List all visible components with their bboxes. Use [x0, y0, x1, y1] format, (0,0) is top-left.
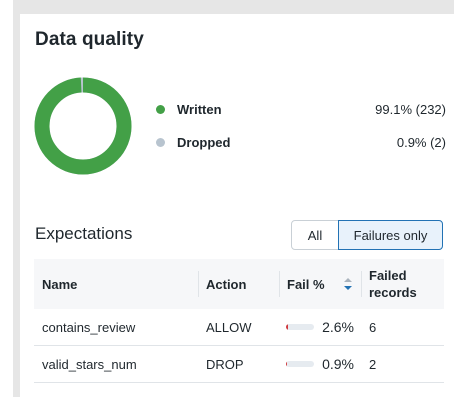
fail-pct-bar	[286, 324, 314, 330]
page-title: Data quality	[35, 29, 144, 50]
sort-icon[interactable]	[343, 277, 353, 291]
cell-fail-pct: 2.6%	[322, 319, 354, 335]
column-divider	[279, 271, 280, 297]
fail-pct-bar	[286, 361, 314, 367]
window-frame-top	[13, 0, 454, 14]
legend-label-written: Written	[177, 102, 222, 117]
fail-pct-bar-fill	[286, 324, 289, 330]
legend-row-dropped: Dropped 0.9% (2)	[156, 134, 446, 154]
cell-name: contains_review	[42, 319, 136, 335]
fail-pct-bar-fill	[286, 361, 287, 367]
cell-failed-records: 6	[369, 319, 377, 335]
data-quality-donut-chart	[34, 77, 132, 175]
column-divider	[361, 271, 362, 297]
cell-failed-records: 2	[369, 356, 377, 372]
filter-all-button[interactable]: All	[291, 220, 339, 250]
cell-name: valid_stars_num	[42, 356, 137, 372]
cell-action: ALLOW	[206, 319, 252, 335]
donut-segment-written	[34, 77, 132, 175]
legend-value-written: 99.1% (232)	[375, 102, 446, 117]
column-header-failed-records[interactable]: Failed records	[369, 259, 417, 309]
expectations-table: Name Action Fail % Failed records contai…	[34, 259, 444, 383]
column-header-name[interactable]: Name	[42, 259, 77, 309]
cell-action: DROP	[206, 356, 244, 372]
legend-label-dropped: Dropped	[177, 135, 231, 150]
column-divider	[198, 271, 199, 297]
legend-dot-written	[156, 105, 165, 114]
legend-value-dropped: 0.9% (2)	[396, 135, 446, 150]
cell-fail-pct: 0.9%	[322, 356, 354, 372]
column-header-fail-pct[interactable]: Fail %	[287, 259, 325, 309]
table-row: contains_review ALLOW 2.6% 6	[34, 309, 444, 346]
column-header-action[interactable]: Action	[206, 259, 246, 309]
legend-row-written: Written 99.1% (232)	[156, 101, 446, 121]
expectations-title: Expectations	[35, 224, 133, 243]
table-header: Name Action Fail % Failed records	[34, 259, 444, 309]
window-frame-left	[13, 0, 20, 397]
table-row: valid_stars_num DROP 0.9% 2	[34, 346, 444, 383]
filter-failures-only-button[interactable]: Failures only	[338, 220, 443, 250]
legend-dot-dropped	[156, 138, 165, 147]
